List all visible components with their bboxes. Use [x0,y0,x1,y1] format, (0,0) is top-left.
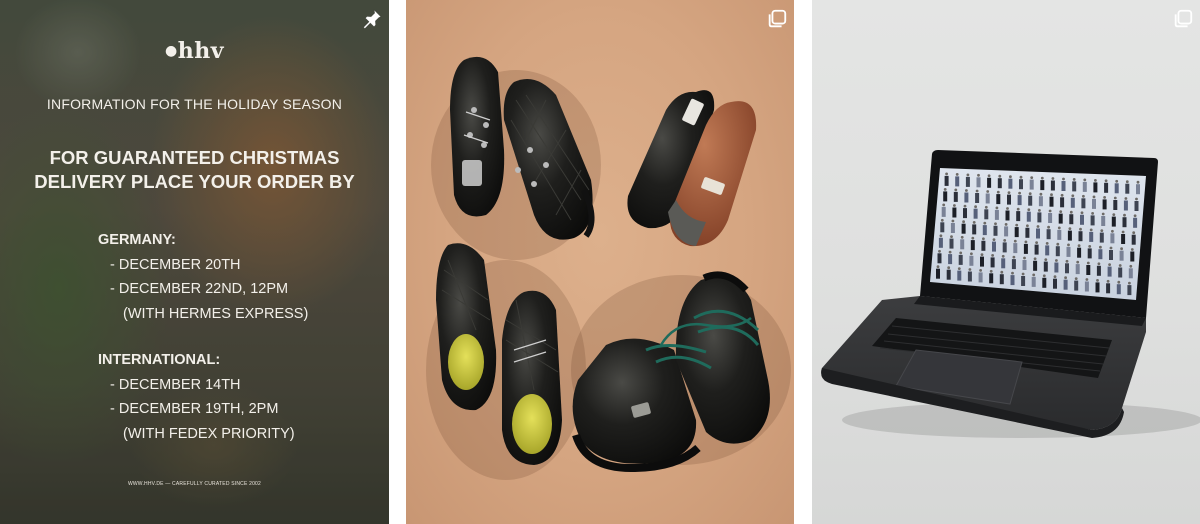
region-line: - DECEMBER 14TH [110,376,241,393]
region-line: (WITH FEDEX PRIORITY) [123,425,295,442]
region-germany: GERMANY: - DECEMBER 20TH - DECEMBER 22ND… [98,228,308,326]
region-line: (WITH HERMES EXPRESS) [123,305,309,322]
region-title: GERMANY: [98,232,176,248]
post-grid: ●hhv INFORMATION FOR THE HOLIDAY SEASON … [0,0,1200,524]
footer-note: WWW.HHV.DE — CAREFULLY CURATED SINCE 200… [127,481,262,487]
deadline-line-2: DELIVERY PLACE YOUR ORDER BY [34,171,355,192]
post-tile-holiday-info[interactable]: ●hhv INFORMATION FOR THE HOLIDAY SEASON … [0,0,389,524]
deadline-line-1: FOR GUARANTEED CHRISTMAS [49,147,340,168]
pin-icon [363,9,382,29]
logo-text: hhv [177,38,224,64]
multiple-images-icon [768,9,787,28]
region-line: - DECEMBER 22ND, 12PM [110,281,289,297]
deadline-heading: FOR GUARANTEED CHRISTMAS DELIVERY PLACE … [0,146,389,194]
post-tile-shoes[interactable] [406,0,794,524]
hhv-logo: ●hhv [165,38,224,64]
info-heading: INFORMATION FOR THE HOLIDAY SEASON [46,96,343,112]
multiple-images-icon [1174,9,1193,28]
region-line: - DECEMBER 20TH [110,256,241,273]
shoes-photo [426,56,791,480]
laptop-photo [821,150,1200,438]
region-title: INTERNATIONAL: [98,352,221,368]
post-tile-laptop[interactable] [812,0,1200,524]
region-international: INTERNATIONAL: - DECEMBER 14TH - DECEMBE… [98,348,295,446]
region-line: - DECEMBER 19TH, 2PM [110,401,279,417]
